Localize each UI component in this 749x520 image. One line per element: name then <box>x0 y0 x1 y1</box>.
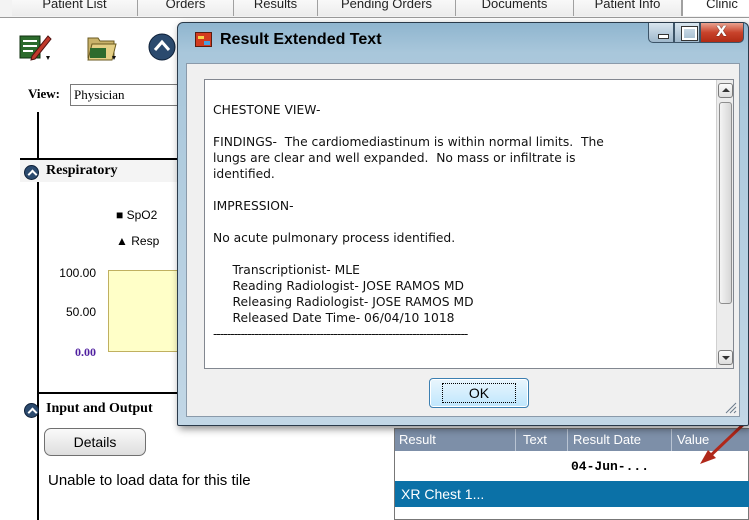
column-header-text[interactable]: Text <box>523 432 547 447</box>
report-line: CHESTONE VIEW- <box>213 103 321 117</box>
report-line <box>213 118 713 134</box>
report-line: No acute pulmonary process identified. <box>213 231 456 245</box>
window-controls <box>648 23 744 43</box>
tab-patient-list[interactable]: Patient List <box>12 0 138 16</box>
unable-to-load-message: Unable to load data for this tile <box>48 472 251 489</box>
tab-results[interactable]: Results <box>234 0 318 16</box>
report-line: FINDINGS- The cardiomediastinum is withi… <box>213 135 604 149</box>
report-line: identified. <box>213 167 275 181</box>
result-extended-text-dialog: Result Extended Text CHESTONE VIEW- FIND… <box>177 22 749 426</box>
tab-patient-info[interactable]: Patient Info <box>574 0 682 16</box>
legend-triangle-marker-icon: ▲ <box>116 234 128 248</box>
column-header-result-date[interactable]: Result Date <box>573 432 641 447</box>
tab-orders[interactable]: Orders <box>138 0 234 16</box>
column-header-result[interactable]: Result <box>399 432 436 447</box>
tab-clinic[interactable]: Clinic <box>682 0 749 16</box>
y-tick-label: 100.00 <box>59 266 96 280</box>
report-line: Reading Radiologist- JOSE RAMOS MD <box>213 279 464 293</box>
collapse-icon[interactable] <box>24 403 39 418</box>
table-row-selected[interactable]: XR Chest 1... <box>395 481 749 507</box>
io-title: Input and Output <box>46 401 153 416</box>
tab-bar: Patient List Orders Results Pending Orde… <box>0 0 749 18</box>
dialog-titlebar[interactable]: Result Extended Text <box>178 23 748 57</box>
dialog-title: Result Extended Text <box>220 31 382 48</box>
application-icon <box>195 32 212 47</box>
vertical-scrollbar[interactable] <box>716 80 733 368</box>
dialog-client-area: CHESTONE VIEW- FINDINGS- The cardiomedia… <box>186 63 740 417</box>
report-line: lungs are clear and well expanded. No ma… <box>213 151 576 165</box>
tab-pending-orders[interactable]: Pending Orders <box>318 0 456 16</box>
report-line: IMPRESSION- <box>213 199 294 213</box>
y-tick-label: 50.00 <box>65 305 96 319</box>
view-select[interactable]: Physician <box>70 84 185 106</box>
edit-form-icon[interactable] <box>18 30 52 64</box>
folder-icon[interactable] <box>84 30 118 64</box>
table-row-date[interactable]: 04-Jun-... <box>571 459 649 474</box>
scroll-thumb[interactable] <box>719 102 732 304</box>
tab-documents[interactable]: Documents <box>456 0 574 16</box>
resize-grip-icon[interactable] <box>723 400 737 414</box>
legend-resp: ▲ Resp <box>116 234 160 248</box>
close-button[interactable] <box>700 23 744 43</box>
respiratory-plot-area <box>108 270 180 352</box>
ok-button[interactable]: OK <box>429 378 529 408</box>
report-line: Released Date Time- 06/04/10 1018 <box>213 311 455 325</box>
details-button[interactable]: Details <box>44 428 146 456</box>
report-line <box>213 182 713 198</box>
report-line: Transcriptionist- MLE <box>213 263 360 277</box>
report-line <box>213 214 713 230</box>
legend-spo2: ■ SpO2 <box>116 208 158 222</box>
y-tick-label: 0.00 <box>75 345 96 359</box>
tile-divider <box>38 392 180 394</box>
extended-text-box[interactable]: CHESTONE VIEW- FINDINGS- The cardiomedia… <box>204 79 734 369</box>
respiratory-tile-header: Respiratory <box>20 158 180 182</box>
io-tile-header: Input and Output <box>20 398 180 422</box>
collapse-icon[interactable] <box>24 165 39 180</box>
report-line: ----------------------------------------… <box>213 327 468 341</box>
scroll-up-button[interactable] <box>718 83 733 98</box>
scroll-down-button[interactable] <box>718 350 733 365</box>
maximize-button[interactable] <box>674 23 700 43</box>
view-label: View: <box>28 86 61 101</box>
ok-label: OK <box>441 383 517 403</box>
navigate-up-icon[interactable] <box>146 30 176 64</box>
report-line: Releasing Radiologist- JOSE RAMOS MD <box>213 295 474 309</box>
minimize-button[interactable] <box>648 23 674 43</box>
report-line <box>213 246 713 262</box>
legend-square-marker-icon: ■ <box>116 208 124 222</box>
respiratory-title: Respiratory <box>46 163 118 178</box>
report-text: CHESTONE VIEW- FINDINGS- The cardiomedia… <box>213 102 713 342</box>
